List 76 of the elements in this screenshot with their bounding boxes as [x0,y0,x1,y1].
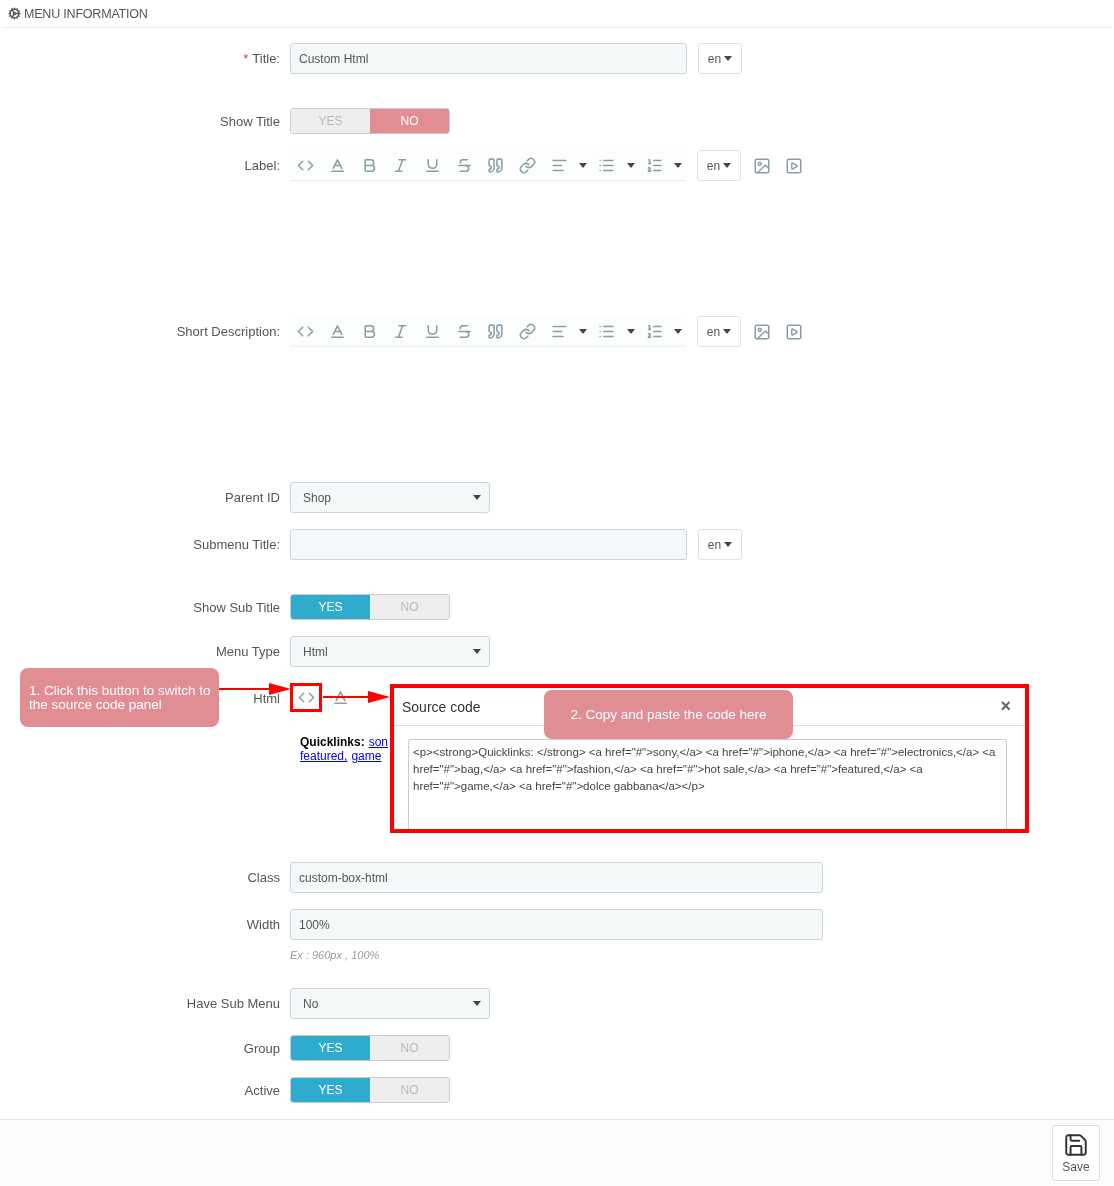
code-field[interactable]: <p><strong>Quicklinks: </strong> <a href="#">sony,</a> <a href="#">iphone,</a> <a href="#">electronics,</a> <a href="#">bag,</a> <a href="#">fashion,</a> <a href="#">hot sale,</a> <a href="#">featured,</a> <a href="#">game,</a> <a href="#">dolce gabbana</a></p> [408,739,1007,830]
yes-option: YES [291,1036,370,1061]
underline-icon[interactable] [424,156,442,174]
caret-icon [579,328,588,334]
caret-icon [579,162,588,168]
field-label: Submenu Title: [193,537,280,553]
strikethrough-icon[interactable] [455,322,473,340]
caret-icon [723,329,732,335]
dropdown-caret-icon [473,649,481,655]
text-color-icon[interactable] [329,322,347,340]
field-label: Group [243,1040,280,1056]
image-icon[interactable] [753,322,771,341]
gears-icon [8,7,21,21]
save-button[interactable]: Save [1052,1125,1100,1182]
arrow [323,691,390,704]
arrow [219,683,291,696]
video-icon[interactable] [785,156,803,175]
text-color-icon[interactable] [329,156,347,174]
close-button[interactable]: × [996,696,1015,718]
field-label: Parent ID [225,490,280,506]
field-label: Show Title [220,113,280,129]
link[interactable]: son [368,735,389,750]
caret-icon [674,328,683,334]
dropdown-caret-icon [473,1001,481,1007]
caret-icon [723,163,732,169]
video-icon[interactable] [785,322,803,341]
yes-option: YES [291,595,370,620]
callout: 1. Click this button to switch to the source code panel [20,668,219,728]
language-button[interactable]: en [697,150,741,182]
text-field[interactable]: custom-box-html [290,862,823,894]
field-label: Menu Type [215,644,280,660]
select-field[interactable]: No [290,988,490,1020]
field-label: Have Sub Menu [186,996,280,1012]
dropdown-caret-icon [473,495,481,501]
quote-icon[interactable] [487,322,505,340]
callout: 2. Copy and paste the code here [544,690,793,740]
text-color-icon[interactable] [331,689,349,707]
link-icon[interactable] [519,156,537,174]
field-label: Label: [244,158,280,174]
field-label: Active [244,1082,280,1098]
field-label: Title: [252,51,280,67]
field-label: Html [253,691,280,707]
yes-option: YES [291,1078,370,1103]
select-field[interactable]: Html [290,636,490,668]
numbered-list-icon[interactable] [645,322,663,340]
field-label: Width [246,917,280,933]
text-field[interactable]: Custom Html [290,43,687,75]
caret-icon [724,56,733,62]
required-mark: * [243,51,249,67]
hint-text: Ex : 960px , 100% [290,949,381,962]
numbered-list-icon[interactable] [645,156,663,174]
text-field[interactable] [290,529,687,561]
field-label: Class [247,870,280,886]
caret-icon [626,328,635,334]
caret-icon [674,162,683,168]
section-title: MENU INFORMATION [24,6,148,21]
bold-text: Quicklinks: [300,735,365,750]
language-button[interactable]: en [698,43,742,75]
panel-title: Source code [402,698,481,715]
quote-icon[interactable] [487,156,505,174]
strikethrough-icon[interactable] [455,156,473,174]
highlighted-code-button[interactable] [290,683,322,713]
link[interactable]: game [351,749,382,764]
field-label: Show Sub Title [193,599,280,615]
link[interactable]: featured, [300,749,348,764]
field-label: Short Description: [176,324,280,340]
underline-icon[interactable] [424,322,442,340]
text-field[interactable]: 100% [290,909,823,941]
link-icon[interactable] [519,322,537,340]
language-button[interactable]: en [697,316,741,348]
language-button[interactable]: en [698,529,742,561]
no-option: NO [370,109,449,134]
image-icon[interactable] [753,156,771,175]
caret-icon [626,162,635,168]
caret-icon [724,542,733,548]
select-field[interactable]: Shop [290,482,490,514]
